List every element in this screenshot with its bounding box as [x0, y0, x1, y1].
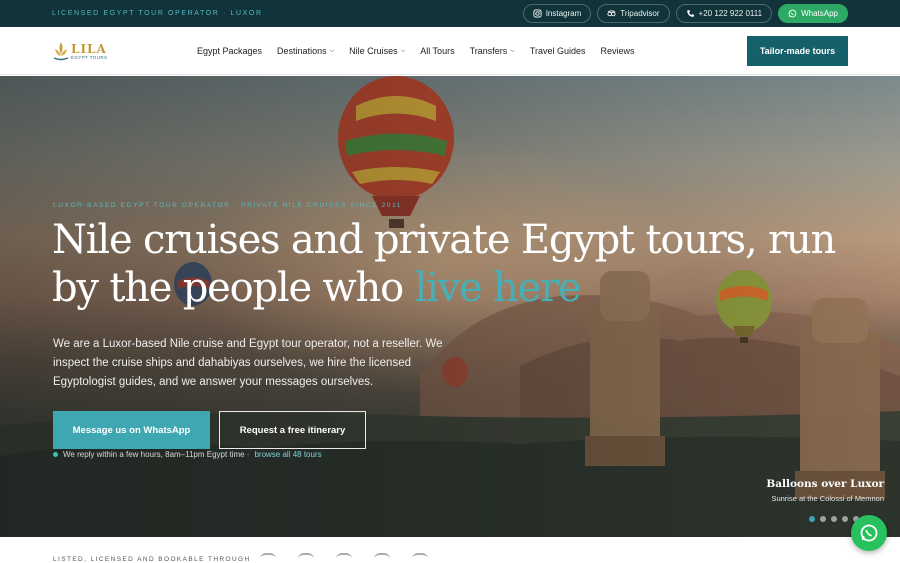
menu: Egypt Packages Destinations ⌵ Nile Cruise… [197, 27, 635, 75]
hero-lead-text: We are a Luxor-based Nile cruise and Egy… [53, 338, 443, 388]
main-navigation: LILA EGYPT TOURS Egypt Packages Destinat… [0, 27, 900, 75]
partner-logo [336, 553, 352, 563]
slide-dot[interactable] [842, 516, 848, 522]
whatsapp-icon [860, 524, 878, 542]
reply-note: We reply within a few hours, 8am–11pm Eg… [53, 450, 322, 459]
nav-item-all-tours[interactable]: All Tours [420, 46, 454, 56]
whatsapp-icon [788, 9, 797, 18]
site-logo[interactable]: LILA EGYPT TOURS [52, 37, 114, 65]
top-contact-pills: Instagram Tripadvisor +20 122 922 0111 W… [522, 4, 848, 23]
partner-logo [412, 553, 428, 563]
nav-item-destinations[interactable]: Destinations ⌵ [277, 46, 334, 56]
nav-item-transfers[interactable]: Transfers ⌵ [470, 46, 515, 56]
whatsapp-label: WhatsApp [801, 9, 838, 18]
hero-eyebrow: LUXOR-BASED EGYPT TOUR OPERATOR · PRIVAT… [53, 202, 403, 209]
request-itinerary-button[interactable]: Request a free itinerary [219, 411, 366, 449]
logo-wordmark: LILA EGYPT TOURS [71, 43, 107, 60]
caption-subtitle: Sunrise at the Colossi of Memnon [771, 494, 884, 503]
hero-section: LUXOR-BASED EGYPT TOUR OPERATOR · PRIVAT… [0, 76, 900, 537]
slide-dot[interactable] [831, 516, 837, 522]
nav-label: All Tours [420, 46, 455, 56]
reply-note-text: We reply within a few hours, 8am–11pm Eg… [63, 450, 250, 459]
trust-strip-label: LISTED, LICENSED AND BOOKABLE THROUGH [53, 556, 251, 563]
lotus-logo-icon [53, 42, 69, 61]
nav-item-egypt-packages[interactable]: Egypt Packages [197, 46, 262, 56]
nav-label: Destinations [277, 46, 327, 56]
phone-label: +20 122 922 0111 [698, 9, 763, 18]
whatsapp-floating-button[interactable] [851, 515, 887, 551]
hero-headline: Nile cruises and private Egypt tours, ru… [52, 216, 852, 312]
phone-link[interactable]: +20 122 922 0111 [675, 4, 773, 23]
nav-label: Travel Guides [529, 46, 586, 56]
nav-label: Nile Cruises [349, 46, 398, 56]
slide-caption: Balloons over Luxor Sunrise at the Colos… [766, 478, 884, 503]
slide-dot[interactable] [820, 516, 826, 522]
nav-label: Egypt Packages [197, 46, 263, 56]
nav-label: Transfers [469, 46, 508, 56]
partner-logo [298, 553, 314, 563]
browse-tours-link[interactable]: browse all 48 tours [254, 450, 321, 459]
tripadvisor-link[interactable]: Tripadvisor [597, 4, 670, 23]
trust-strip: LISTED, LICENSED AND BOOKABLE THROUGH [0, 537, 900, 563]
nav-label: Reviews [600, 46, 635, 56]
headline-accent: live here [414, 265, 581, 311]
tripadvisor-icon [607, 10, 616, 17]
instagram-link[interactable]: Instagram [522, 4, 592, 23]
logo-name: LILA [71, 41, 107, 56]
chevron-down-icon: ⌵ [400, 47, 406, 54]
logo-subtitle: EGYPT TOURS [71, 54, 108, 60]
chevron-down-icon: ⌵ [510, 47, 515, 54]
partner-logo [260, 553, 276, 563]
tailor-made-tours-button[interactable]: Tailor-made tours [747, 36, 848, 66]
nav-item-travel-guides[interactable]: Travel Guides [530, 46, 586, 56]
tripadvisor-label: Tripadvisor [620, 9, 660, 18]
online-status-dot [53, 452, 58, 457]
instagram-label: Instagram [545, 9, 582, 18]
caption-title: Balloons over Luxor [766, 478, 884, 490]
instagram-icon [533, 9, 542, 18]
phone-icon [686, 10, 694, 17]
partner-logos [260, 553, 428, 563]
message-whatsapp-button[interactable]: Message us on WhatsApp [53, 411, 210, 449]
nav-item-nile-cruises[interactable]: Nile Cruises ⌵ [349, 46, 405, 56]
slide-dot[interactable] [809, 516, 815, 522]
chevron-down-icon: ⌵ [329, 47, 335, 54]
nav-item-reviews[interactable]: Reviews [601, 46, 635, 56]
whatsapp-link[interactable]: WhatsApp [778, 4, 848, 23]
top-tagline: LICENSED EGYPT TOUR OPERATOR · LUXOR [52, 10, 263, 17]
partner-logo [374, 553, 390, 563]
top-bar: LICENSED EGYPT TOUR OPERATOR · LUXOR Ins… [0, 0, 900, 27]
